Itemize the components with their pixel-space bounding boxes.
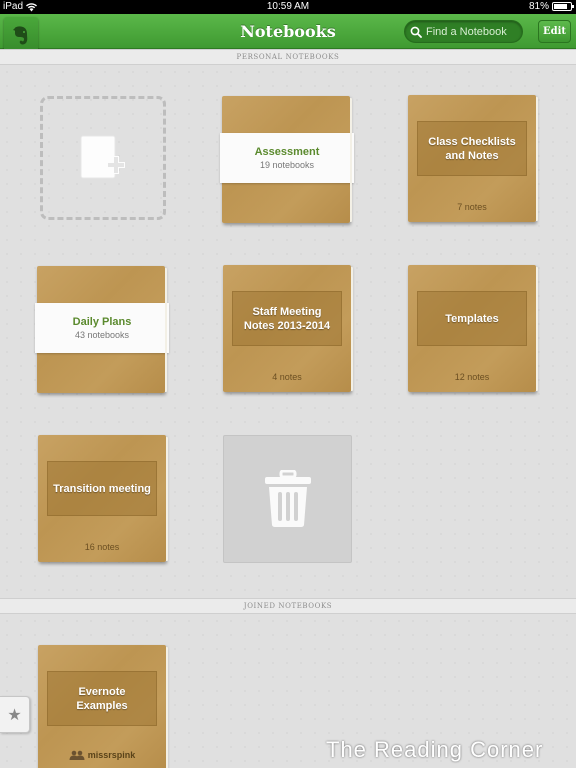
notebook-title: Class Checklists and Notes [417, 121, 527, 176]
trash-button[interactable] [223, 435, 352, 563]
notebook-title: Transition meeting [47, 461, 157, 516]
section-header-personal: PERSONAL NOTEBOOKS [0, 49, 576, 65]
status-bar: iPad 10:59 AM 81% [0, 0, 576, 14]
stack-band: Daily Plans 43 notebooks [35, 303, 169, 353]
top-bar: Notebooks Edit [0, 14, 576, 55]
notebook-note-count: 12 notes [454, 372, 490, 382]
notebook-stack-assessment[interactable]: Assessment 19 notebooks [220, 93, 354, 223]
status-time: 10:59 AM [266, 1, 310, 12]
notebook-transition-meeting[interactable]: Transition meeting 16 notes [38, 435, 168, 562]
notebook-evernote-examples[interactable]: Evernote Examples missrspink [38, 645, 168, 768]
stack-band: Assessment 19 notebooks [220, 133, 354, 183]
shared-owner: missrspink [38, 750, 166, 760]
notebook-stack-daily-plans[interactable]: Daily Plans 43 notebooks [35, 263, 169, 393]
battery-icon [552, 2, 574, 11]
notebook-title: Evernote Examples [47, 671, 157, 726]
stack-count: 19 notebooks [259, 160, 315, 170]
notebook-staff-meeting-notes[interactable]: Staff Meeting Notes 2013-2014 4 notes [223, 265, 353, 392]
stack-count: 43 notebooks [74, 330, 130, 340]
star-icon: ★ [7, 706, 22, 724]
notebook-title: Staff Meeting Notes 2013-2014 [232, 291, 342, 346]
edit-button[interactable]: Edit [538, 20, 571, 43]
watermark: The Reading Corner [326, 737, 544, 762]
shortcuts-button[interactable]: ★ [0, 696, 30, 733]
new-notebook-icon [80, 135, 125, 179]
stack-title: Daily Plans [72, 316, 132, 328]
notebook-note-count: 4 notes [272, 372, 302, 382]
notebook-note-count: 16 notes [84, 542, 120, 552]
search-input[interactable] [426, 25, 518, 38]
search-icon [410, 26, 422, 38]
notebook-note-count: 7 notes [457, 202, 487, 212]
search-box[interactable] [404, 20, 523, 43]
section-header-joined: JOINED NOTEBOOKS [0, 598, 576, 614]
owner-name: missrspink [87, 750, 136, 760]
new-notebook-button[interactable] [40, 96, 166, 220]
notebook-class-checklists[interactable]: Class Checklists and Notes 7 notes [408, 95, 538, 222]
notebook-templates[interactable]: Templates 12 notes [408, 265, 538, 392]
shared-people-icon [69, 750, 85, 760]
stack-title: Assessment [254, 146, 320, 158]
battery-percent: 81% [528, 1, 549, 12]
notebook-title: Templates [417, 291, 527, 346]
trash-icon [264, 470, 311, 527]
